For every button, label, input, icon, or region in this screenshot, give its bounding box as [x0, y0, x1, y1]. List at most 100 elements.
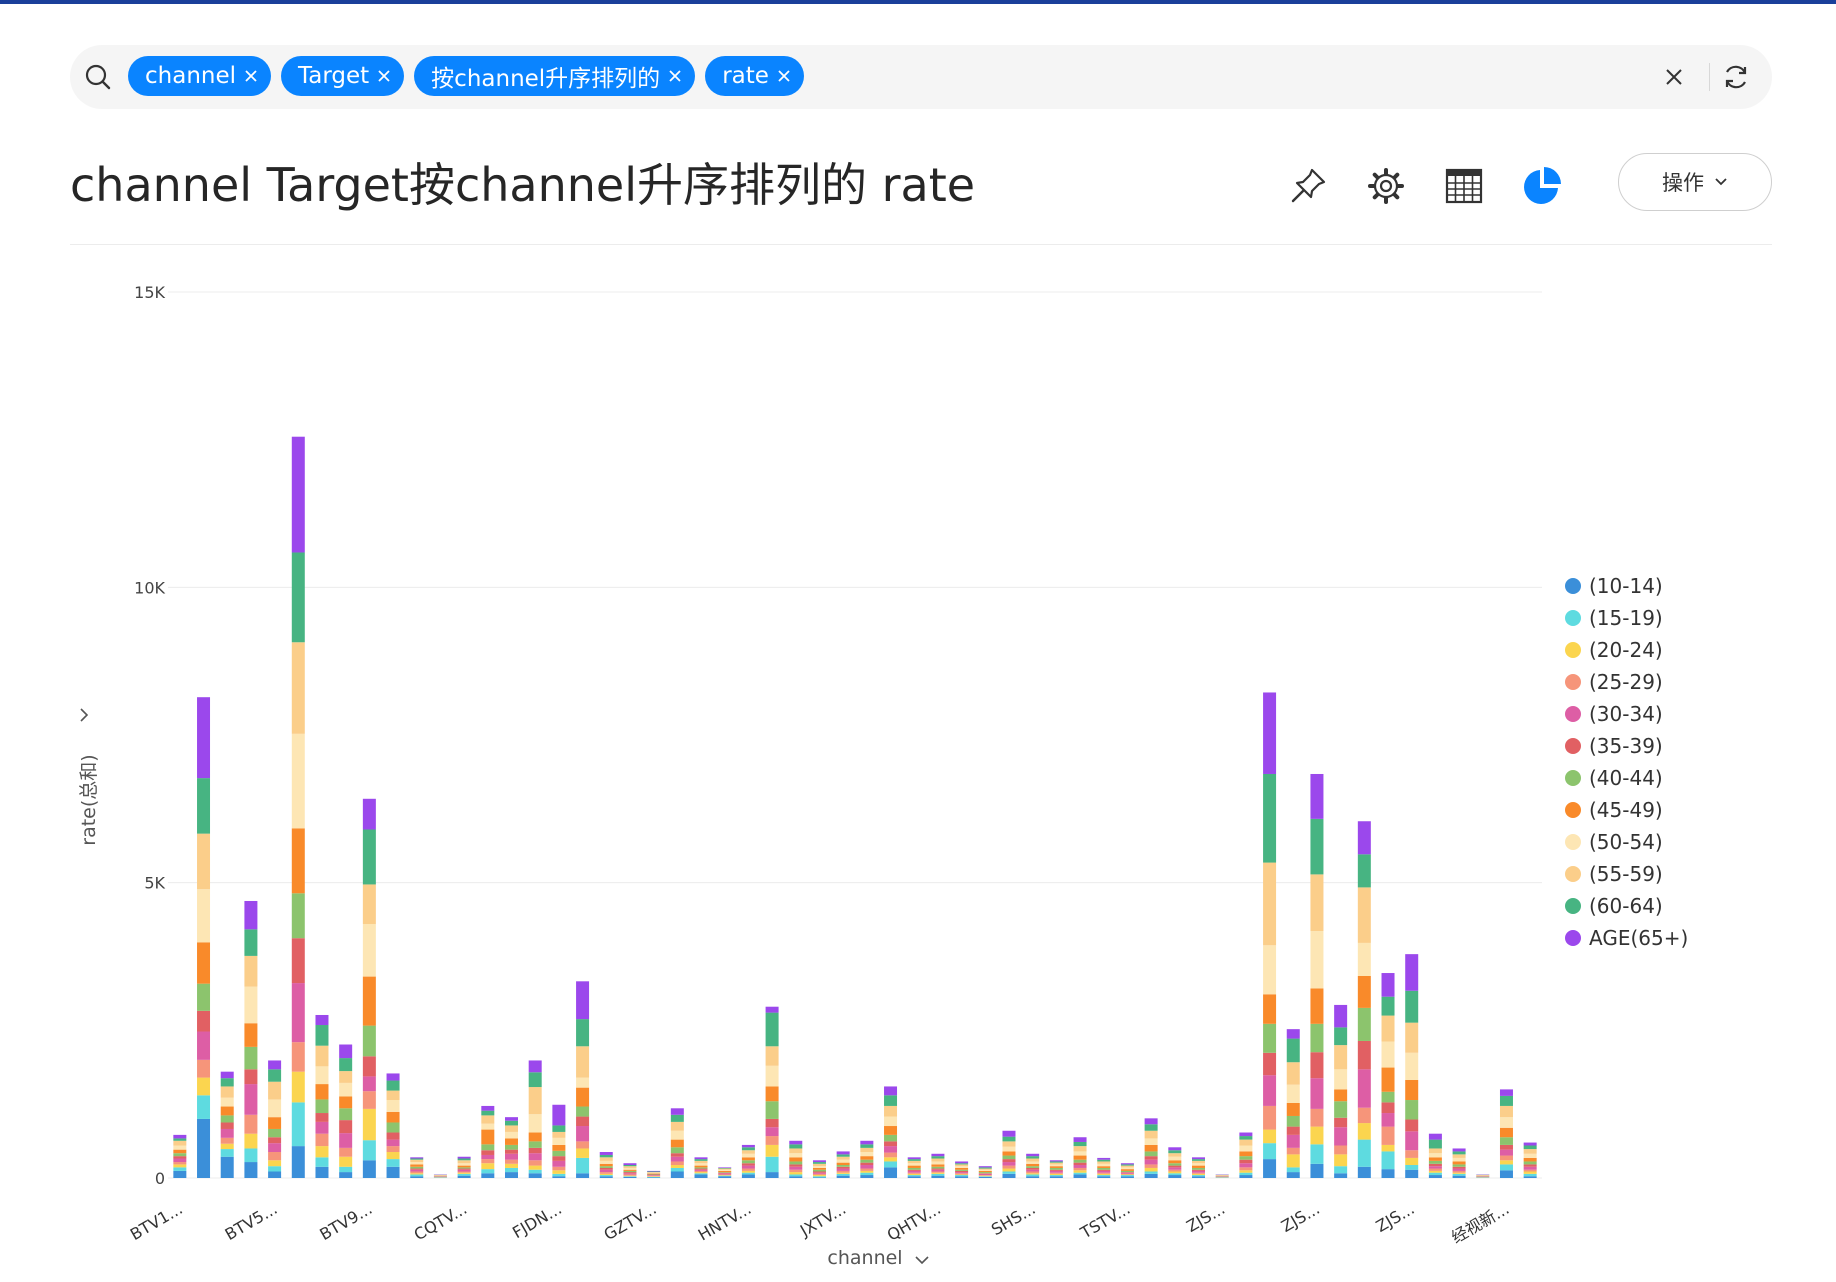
bar-segment[interactable] — [907, 1170, 921, 1173]
bar-segment[interactable] — [386, 1100, 400, 1112]
bar-segment[interactable] — [1523, 1142, 1537, 1146]
bar-segment[interactable] — [955, 1170, 969, 1173]
bar-segment[interactable] — [481, 1110, 495, 1116]
bar-segment[interactable] — [1405, 1052, 1419, 1080]
bar-segment[interactable] — [576, 1141, 590, 1149]
bar-segment[interactable] — [907, 1176, 921, 1178]
bar-segment[interactable] — [1026, 1153, 1040, 1157]
bar-segment[interactable] — [1381, 1126, 1395, 1145]
bar-segment[interactable] — [1452, 1148, 1466, 1152]
bar-segment[interactable] — [765, 1065, 779, 1087]
bar-segment[interactable] — [812, 1172, 826, 1174]
bar-segment[interactable] — [220, 1086, 234, 1098]
bar-segment[interactable] — [457, 1163, 471, 1166]
bar-segment[interactable] — [1263, 1023, 1277, 1053]
bar-segment[interactable] — [505, 1167, 518, 1173]
bar-segment[interactable] — [884, 1141, 898, 1147]
bar-segment[interactable] — [1310, 1078, 1324, 1109]
bar-segment[interactable] — [694, 1169, 708, 1171]
bar-segment[interactable] — [907, 1163, 921, 1166]
bar-segment[interactable] — [1286, 1172, 1300, 1178]
bar-segment[interactable] — [907, 1175, 921, 1177]
search-chip[interactable]: Target — [281, 56, 405, 96]
bar-segment[interactable] — [1499, 1095, 1513, 1106]
bar-segment[interactable] — [623, 1170, 637, 1173]
bar-segment[interactable] — [955, 1167, 969, 1170]
bar-segment[interactable] — [1144, 1156, 1158, 1160]
bar-segment[interactable] — [528, 1169, 542, 1174]
bar-segment[interactable] — [1097, 1167, 1111, 1170]
bar-segment[interactable] — [1452, 1170, 1466, 1173]
bar-segment[interactable] — [1168, 1175, 1182, 1178]
bar-segment[interactable] — [884, 1134, 898, 1142]
bar-segment[interactable] — [386, 1090, 400, 1101]
bar-segment[interactable] — [220, 1115, 234, 1123]
bar-segment[interactable] — [197, 1031, 211, 1060]
bar-segment[interactable] — [931, 1171, 945, 1173]
bar-segment[interactable] — [173, 1134, 187, 1139]
bar-segment[interactable] — [291, 828, 305, 894]
bar-segment[interactable] — [741, 1172, 755, 1175]
bar-segment[interactable] — [1310, 773, 1324, 819]
bar-segment[interactable] — [173, 1140, 187, 1146]
bar-segment[interactable] — [978, 1169, 992, 1171]
bar-segment[interactable] — [694, 1163, 708, 1166]
bar-segment[interactable] — [1120, 1176, 1134, 1178]
bar-segment[interactable] — [244, 1023, 258, 1047]
bar-segment[interactable] — [1002, 1146, 1016, 1152]
bar-segment[interactable] — [718, 1175, 732, 1176]
bar-segment[interactable] — [812, 1160, 826, 1163]
bar-segment[interactable] — [1073, 1151, 1087, 1156]
bar-segment[interactable] — [386, 1111, 400, 1123]
bar-segment[interactable] — [1026, 1174, 1040, 1177]
bar-segment[interactable] — [457, 1168, 471, 1170]
bar-segment[interactable] — [386, 1159, 400, 1167]
bar-segment[interactable] — [1499, 1164, 1513, 1171]
bar-segment[interactable] — [836, 1162, 850, 1165]
bar-segment[interactable] — [670, 1114, 684, 1122]
bar-segment[interactable] — [1049, 1166, 1063, 1168]
bar-segment[interactable] — [1452, 1166, 1466, 1169]
x-axis-chevron-icon[interactable] — [915, 1256, 929, 1265]
bar-segment[interactable] — [197, 1010, 211, 1032]
bar-segment[interactable] — [528, 1147, 542, 1154]
bar-segment[interactable] — [1168, 1163, 1182, 1166]
bar-segment[interactable] — [268, 1099, 282, 1118]
bar-segment[interactable] — [1002, 1136, 1016, 1142]
bar-segment[interactable] — [197, 697, 211, 779]
bar-segment[interactable] — [552, 1150, 566, 1157]
bar-segment[interactable] — [623, 1174, 637, 1176]
bar-segment[interactable] — [528, 1153, 542, 1161]
bar-segment[interactable] — [718, 1170, 732, 1173]
bar-segment[interactable] — [670, 1153, 684, 1157]
bar-segment[interactable] — [1357, 942, 1371, 976]
bar-segment[interactable] — [765, 1086, 779, 1102]
bar-segment[interactable] — [362, 1091, 376, 1109]
bar-segment[interactable] — [670, 1156, 684, 1162]
bar-segment[interactable] — [978, 1170, 992, 1173]
bar-segment[interactable] — [1192, 1170, 1205, 1173]
bar-segment[interactable] — [884, 1157, 898, 1162]
bar-segment[interactable] — [552, 1131, 566, 1138]
bar-segment[interactable] — [789, 1174, 803, 1177]
bar-segment[interactable] — [694, 1172, 708, 1174]
bar-segment[interactable] — [291, 893, 305, 939]
bar-segment[interactable] — [339, 1044, 353, 1059]
bar-segment[interactable] — [1310, 1108, 1324, 1127]
bar-segment[interactable] — [268, 1143, 282, 1153]
legend-item[interactable]: (20-24) — [1565, 638, 1663, 662]
bar-segment[interactable] — [694, 1174, 708, 1178]
clear-search-button[interactable] — [1662, 65, 1686, 89]
bar-segment[interactable] — [552, 1173, 566, 1177]
bar-segment[interactable] — [1073, 1165, 1087, 1168]
bar-segment[interactable] — [1026, 1173, 1040, 1175]
bar-segment[interactable] — [197, 778, 211, 834]
bar-segment[interactable] — [836, 1173, 850, 1176]
bar-segment[interactable] — [765, 1136, 779, 1145]
pin-icon[interactable] — [1286, 164, 1330, 208]
bar-segment[interactable] — [955, 1176, 969, 1178]
bar-segment[interactable] — [623, 1169, 637, 1171]
bar-segment[interactable] — [1499, 1155, 1513, 1161]
bar-segment[interactable] — [765, 1012, 779, 1047]
bar-segment[interactable] — [670, 1121, 684, 1131]
